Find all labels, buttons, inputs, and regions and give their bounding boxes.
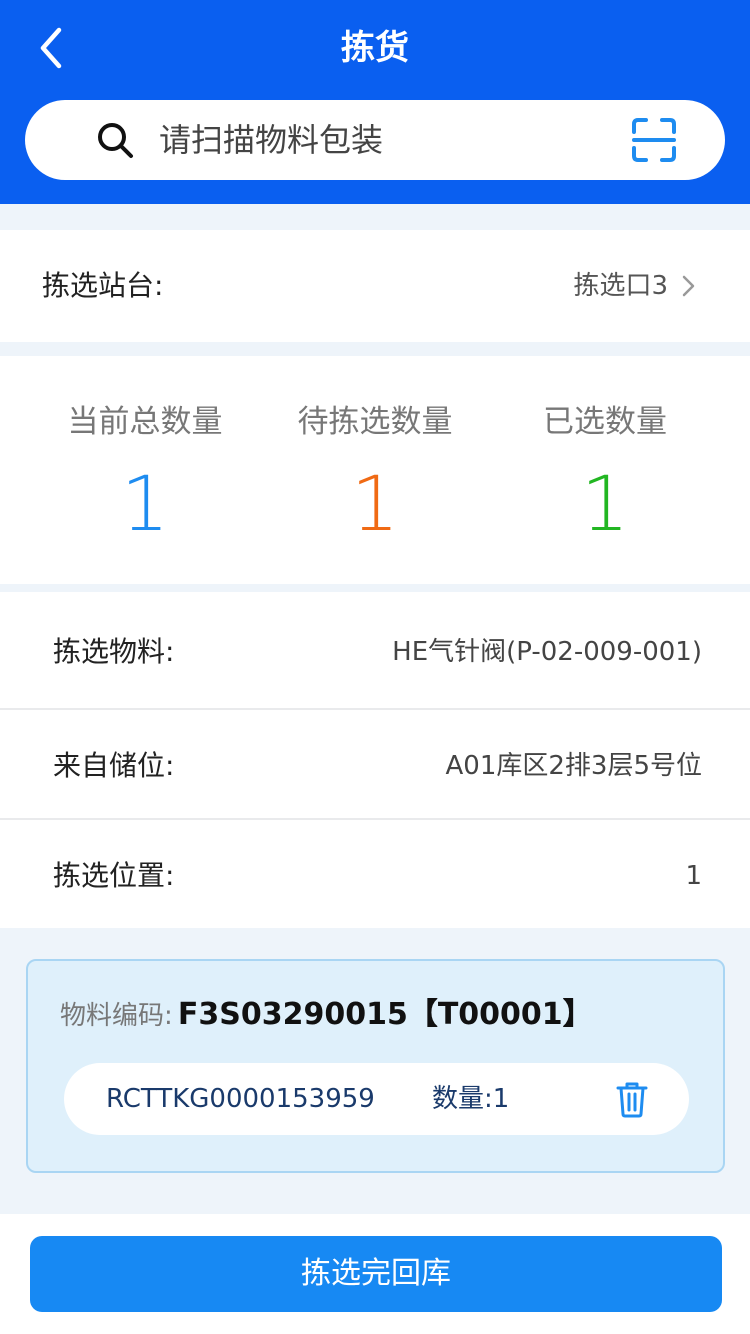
detail-row-pick-position: 拣选位置: 1 [0, 818, 750, 928]
stat-picked: 已选数量 1 [480, 356, 730, 584]
stat-pending: 待拣选数量 1 [250, 356, 500, 584]
stat-label: 当前总数量 [67, 404, 223, 440]
detail-label: 拣选位置: [53, 859, 175, 892]
detail-value: 1 [685, 861, 702, 891]
detail-label: 拣选物料: [53, 635, 175, 668]
pick-details: 拣选物料: HE气针阀(P-02-009-001) 来自储位: A01库区2排3… [0, 592, 750, 928]
detail-row-source-location: 来自储位: A01库区2排3层5号位 [0, 708, 750, 818]
detail-row-material: 拣选物料: HE气针阀(P-02-009-001) [0, 592, 750, 702]
picking-page: 拣货 拣选站台: 拣选口3 当前总数量 1 待拣选数 [0, 0, 750, 1334]
scan-icon[interactable] [630, 116, 678, 164]
detail-value: HE气针阀(P-02-009-001) [392, 637, 702, 667]
material-code-value: F3S03290015【T00001】 [177, 997, 593, 1032]
station-label: 拣选站台: [42, 269, 164, 302]
station-value: 拣选口3 [573, 271, 668, 301]
quantity-stats: 当前总数量 1 待拣选数量 1 已选数量 1 [0, 356, 750, 584]
stat-value: 1 [580, 459, 630, 548]
material-code-label: 物料编码: [60, 1001, 173, 1031]
trash-icon[interactable] [612, 1079, 652, 1119]
bottom-bar: 拣选完回库 [0, 1214, 750, 1334]
stat-value: 1 [120, 459, 170, 548]
header: 拣货 [0, 0, 750, 204]
page-title: 拣货 [341, 28, 409, 68]
station-selector[interactable]: 拣选站台: 拣选口3 [0, 230, 750, 342]
material-card: 物料编码: F3S03290015【T00001】 RCTTKG00001539… [26, 959, 725, 1173]
search-icon [98, 123, 133, 158]
quantity-value: 数量:1 [432, 1084, 510, 1114]
chevron-right-icon [682, 275, 695, 297]
scanned-item: RCTTKG0000153959 数量:1 [64, 1063, 689, 1135]
detail-label: 来自储位: [53, 749, 175, 782]
finish-return-button[interactable]: 拣选完回库 [30, 1236, 722, 1312]
barcode-value: RCTTKG0000153959 [106, 1084, 375, 1114]
stat-total: 当前总数量 1 [20, 356, 270, 584]
stat-value: 1 [350, 459, 400, 548]
stat-label: 已选数量 [543, 404, 667, 440]
stat-label: 待拣选数量 [297, 404, 453, 440]
search-input[interactable] [159, 116, 619, 164]
detail-value: A01库区2排3层5号位 [445, 751, 703, 781]
search-bar[interactable] [25, 100, 725, 180]
material-code-line: 物料编码: F3S03290015【T00001】 [60, 995, 593, 1039]
